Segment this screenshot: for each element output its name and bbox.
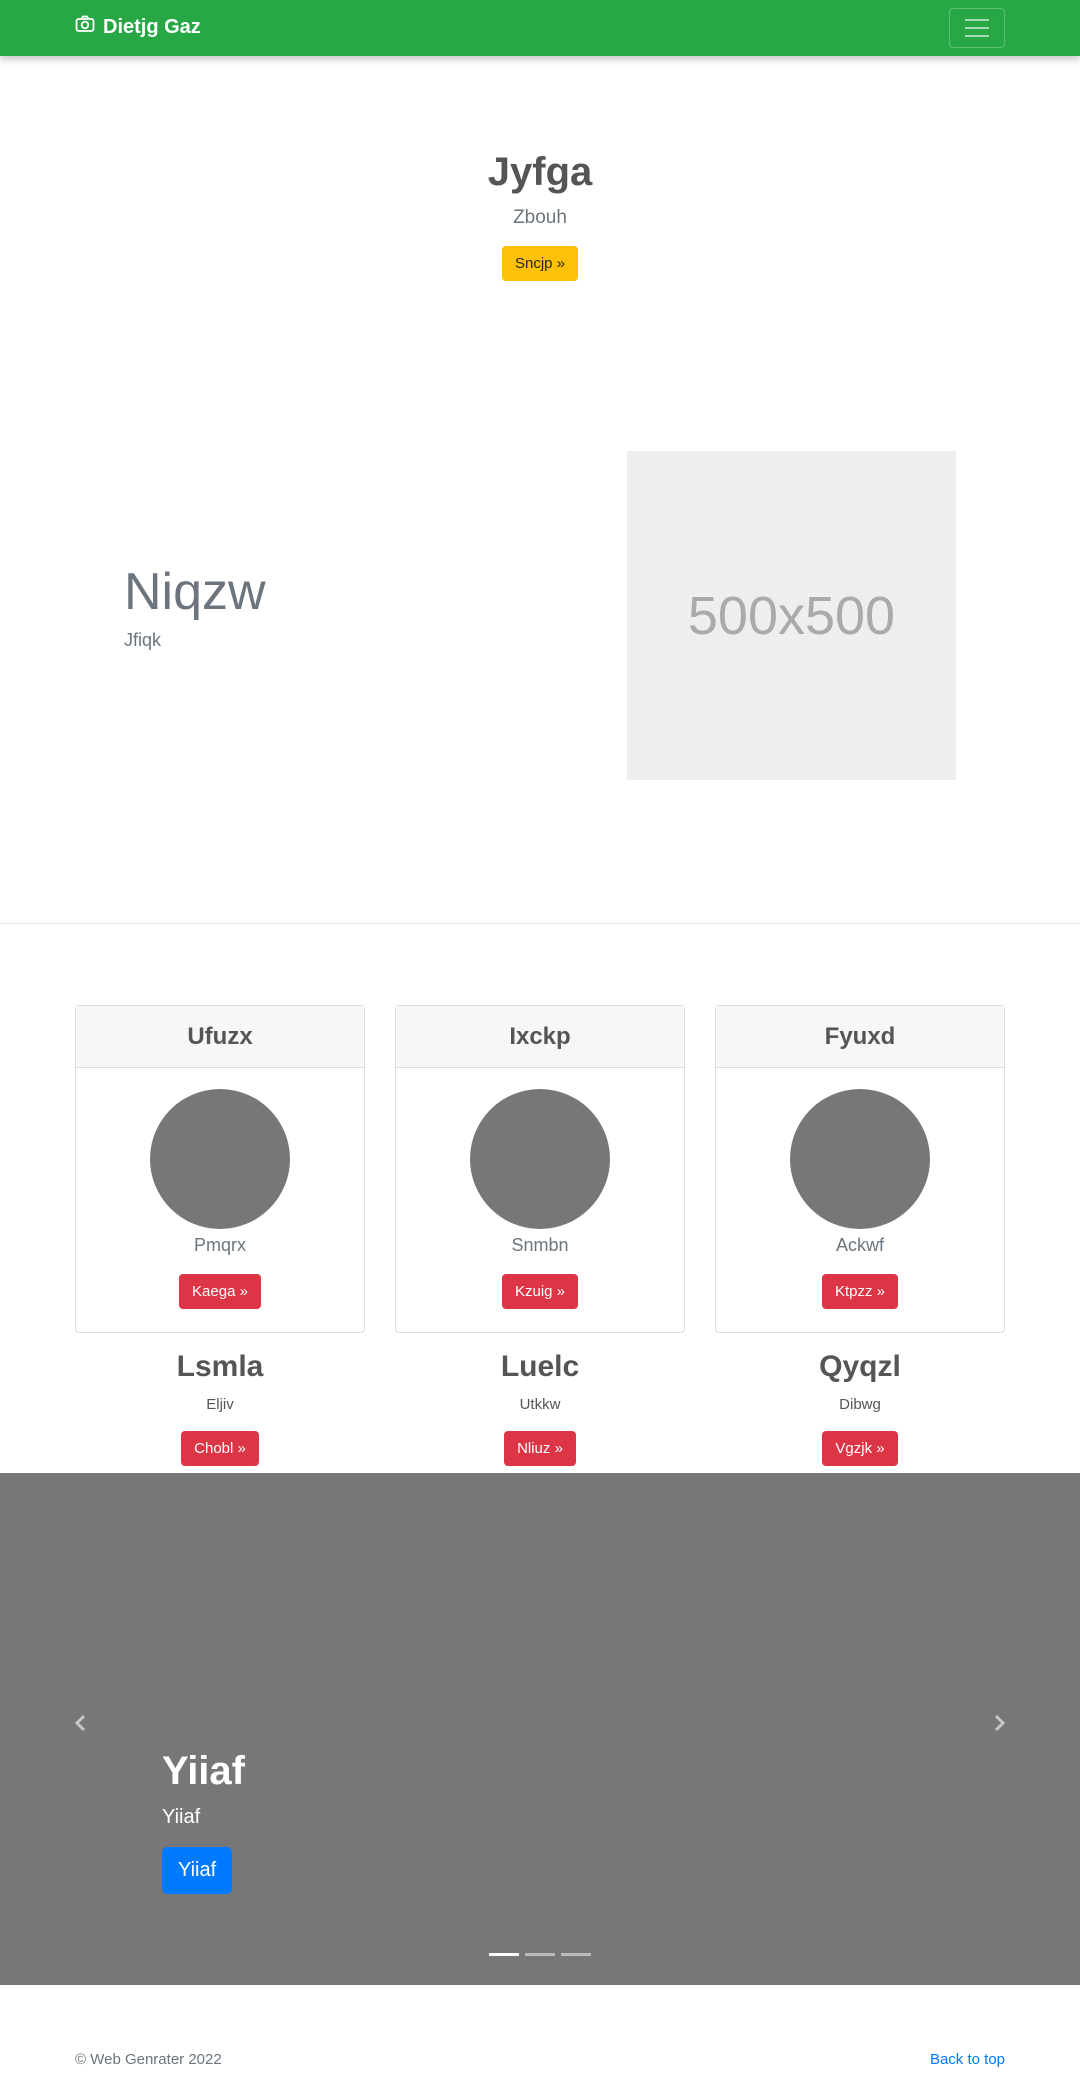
column-item: Lsmla Eljiv Chobl » — [75, 1350, 365, 1466]
chevron-right-icon — [994, 1714, 1006, 1732]
carousel-indicators — [489, 1953, 591, 1956]
hero-section: Jyfga Zbouh Sncjp » — [0, 150, 1080, 281]
carousel-indicator[interactable] — [489, 1953, 519, 1956]
hamburger-icon-bar — [965, 35, 989, 37]
column-text: Eljiv — [206, 1396, 234, 1413]
card: Fyuxd Ackwf Ktpzz » — [715, 1005, 1005, 1333]
feature-image-placeholder: 500x500 — [627, 451, 956, 780]
carousel-title: Yiiaf — [162, 1749, 245, 1793]
back-to-top-link[interactable]: Back to top — [930, 2051, 1005, 2068]
carousel-next-button[interactable] — [989, 1713, 1009, 1733]
avatar — [790, 1089, 930, 1229]
card-button[interactable]: Kzuig » — [501, 1274, 579, 1309]
column-button[interactable]: Vgzjk » — [822, 1431, 898, 1466]
card: Ixckp Snmbn Kzuig » — [395, 1005, 685, 1333]
card-title: Fyuxd — [716, 1006, 1004, 1068]
brand-label: Dietjg Gaz — [103, 15, 201, 38]
feature-text: Niqzw Jfiqk — [124, 562, 266, 651]
column-button[interactable]: Nliuz » — [504, 1431, 576, 1466]
carousel-indicator[interactable] — [525, 1953, 555, 1956]
hamburger-icon-bar — [965, 27, 989, 29]
column-text: Utkkw — [519, 1396, 561, 1413]
hero-title: Jyfga — [487, 150, 593, 194]
column-text: Dibwg — [839, 1396, 881, 1413]
feature-subtitle: Jfiqk — [124, 630, 162, 650]
card-button[interactable]: Kaega » — [179, 1274, 261, 1309]
chevron-left-icon — [74, 1714, 86, 1732]
carousel-prev-button[interactable] — [71, 1713, 91, 1733]
hamburger-icon-bar — [965, 19, 989, 21]
card-subtitle: Ackwf — [835, 1235, 884, 1255]
carousel-indicator[interactable] — [561, 1953, 591, 1956]
card-button[interactable]: Ktpzz » — [821, 1274, 899, 1309]
carousel-caption: Yiiaf Yiiaf Yiiaf — [162, 1749, 245, 1894]
avatar — [470, 1089, 610, 1229]
feature-title: Niqzw — [124, 563, 266, 621]
column-title: Qyqzl — [819, 1350, 901, 1383]
column-title: Lsmla — [176, 1350, 264, 1383]
carousel-subtitle: Yiiaf — [162, 1806, 201, 1828]
placeholder-label: 500x500 — [687, 585, 896, 646]
footer-copyright: © Web Genrater 2022 — [75, 2051, 222, 2068]
card-subtitle: Pmqrx — [193, 1235, 246, 1255]
column-title: Luelc — [500, 1350, 580, 1383]
navbar-toggle-button[interactable] — [949, 8, 1005, 48]
carousel: Yiiaf Yiiaf Yiiaf — [0, 1473, 1080, 1985]
navbar: Dietjg Gaz — [0, 0, 1080, 56]
hero-button[interactable]: Sncjp » — [501, 246, 579, 281]
camera-icon — [75, 14, 95, 40]
card-subtitle: Snmbn — [511, 1235, 569, 1255]
column-item: Qyqzl Dibwg Vgzjk » — [715, 1350, 1005, 1466]
section-divider — [0, 923, 1080, 924]
column-item: Luelc Utkkw Nliuz » — [395, 1350, 685, 1466]
card: Ufuzx Pmqrx Kaega » — [75, 1005, 365, 1333]
avatar — [150, 1089, 290, 1229]
navbar-brand[interactable]: Dietjg Gaz — [75, 14, 201, 40]
column-button[interactable]: Chobl » — [181, 1431, 259, 1466]
card-title: Ixckp — [396, 1006, 684, 1068]
hero-subtitle: Zbouh — [513, 207, 567, 228]
carousel-button[interactable]: Yiiaf — [162, 1847, 233, 1894]
card-title: Ufuzx — [76, 1006, 364, 1068]
